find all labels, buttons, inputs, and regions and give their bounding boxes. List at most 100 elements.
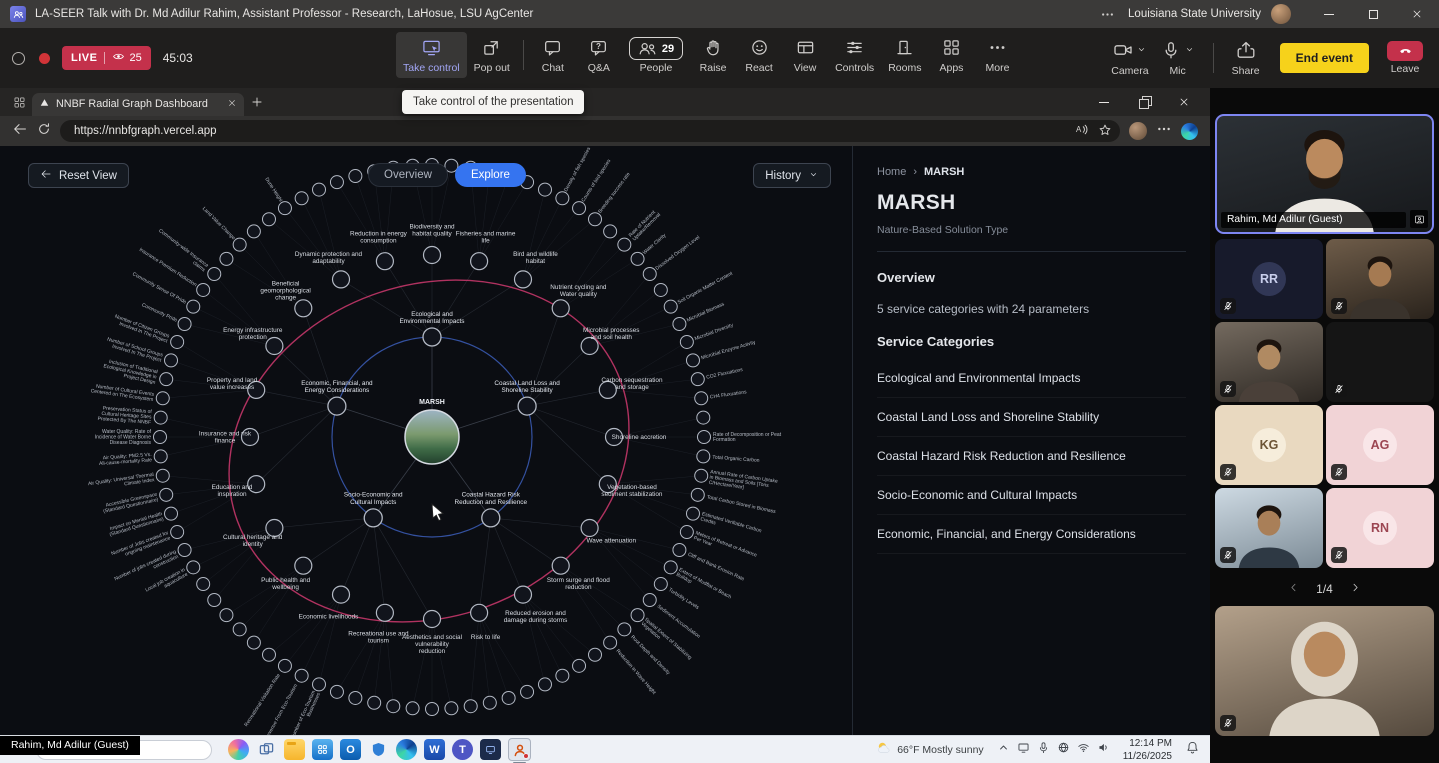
browser-menu-icon[interactable] [1156, 121, 1172, 142]
toolbar-apps-button[interactable]: Apps [928, 32, 974, 78]
graph-node-outer[interactable] [165, 507, 178, 520]
graph-node-outer[interactable] [187, 300, 200, 313]
breadcrumb-home[interactable]: Home [877, 166, 906, 178]
graph-node-outer[interactable] [502, 691, 515, 704]
minimize-button[interactable] [1307, 0, 1351, 28]
graph-node-outer[interactable] [673, 318, 686, 331]
graph-node-outer[interactable] [695, 392, 708, 405]
service-category-item[interactable]: Coastal Land Loss and Shoreline Stabilit… [877, 398, 1186, 437]
graph-node-outer[interactable] [589, 213, 602, 226]
participant-tile[interactable]: RR [1215, 239, 1323, 319]
graph-node-parameter[interactable] [376, 253, 393, 270]
browser-minimize-button[interactable] [1084, 88, 1124, 116]
participant-tile[interactable] [1215, 488, 1323, 568]
graph-node-outer[interactable] [208, 267, 221, 280]
graph-node-outer[interactable] [698, 431, 711, 444]
graph-node-outer[interactable] [680, 335, 693, 348]
account-name[interactable]: Louisiana State University [1128, 8, 1261, 20]
graph-node-outer[interactable] [156, 392, 169, 405]
notification-bell-icon[interactable] [1185, 740, 1200, 760]
explore-tab[interactable]: Explore [455, 163, 526, 187]
graph-node-outer[interactable] [197, 578, 210, 591]
graph-node-outer[interactable] [521, 685, 534, 698]
system-tray[interactable] [997, 741, 1110, 759]
graph-node-parameter[interactable] [295, 300, 312, 317]
toolbar-takecontrol-button[interactable]: Take control [396, 32, 467, 78]
graph-node-parameter[interactable] [581, 520, 598, 537]
graph-node-outer[interactable] [618, 623, 631, 636]
graph-node-outer[interactable] [278, 202, 291, 215]
history-button[interactable]: History [753, 163, 831, 188]
toolbar-people-button[interactable]: 29People [622, 31, 690, 78]
toolbar-chat-button[interactable]: Chat [530, 32, 576, 78]
graph-node-outer[interactable] [589, 648, 602, 661]
reset-view-button[interactable]: Reset View [28, 163, 129, 188]
browser-tab[interactable]: NNBF Radial Graph Dashboard [32, 93, 244, 116]
share-button[interactable]: Share [1232, 40, 1260, 77]
graph-node-outer[interactable] [295, 669, 308, 682]
graph-node-outer[interactable] [556, 669, 569, 682]
graph-node-parameter[interactable] [471, 604, 488, 621]
account-avatar[interactable] [1271, 4, 1291, 24]
taskbar-app-edge[interactable] [396, 739, 417, 760]
graph-node-outer[interactable] [156, 469, 169, 482]
browser-close-button[interactable] [1164, 88, 1204, 116]
graph-node-outer[interactable] [220, 609, 233, 622]
service-category-item[interactable]: Socio-Economic and Cultural Impacts [877, 476, 1186, 515]
graph-node-outer[interactable] [154, 431, 167, 444]
graph-node-outer[interactable] [233, 623, 246, 636]
graph-node-outer[interactable] [464, 700, 477, 713]
graph-node-parameter[interactable] [424, 611, 441, 628]
participant-tile[interactable]: RN [1326, 488, 1434, 568]
read-aloud-icon[interactable]: A [1074, 122, 1089, 140]
graph-node-outer[interactable] [426, 703, 439, 716]
graph-node-outer[interactable] [247, 225, 260, 238]
weather-widget[interactable]: 66°F Mostly sunny [876, 740, 983, 759]
graph-node-outer[interactable] [643, 594, 656, 607]
graph-node-outer[interactable] [604, 636, 617, 649]
graph-node-outer[interactable] [680, 526, 693, 539]
graph-center-node[interactable] [405, 410, 459, 464]
graph-node-category[interactable] [423, 328, 441, 346]
graph-node-outer[interactable] [197, 283, 210, 296]
graph-node-outer[interactable] [631, 252, 644, 265]
graph-node-parameter[interactable] [515, 586, 532, 603]
toolbar-controls-button[interactable]: Controls [828, 32, 881, 78]
participant-tile[interactable] [1326, 322, 1434, 402]
pager-prev-icon[interactable] [1287, 581, 1300, 597]
taskbar-app-store[interactable] [312, 739, 333, 760]
graph-node-outer[interactable] [483, 696, 496, 709]
graph-node-outer[interactable] [695, 469, 708, 482]
graph-node-outer[interactable] [556, 192, 569, 205]
graph-node-outer[interactable] [165, 354, 178, 367]
graph-node-outer[interactable] [278, 659, 291, 672]
graph-node-outer[interactable] [154, 411, 167, 424]
graph-node-outer[interactable] [233, 238, 246, 251]
mic-button[interactable]: Mic [1161, 40, 1195, 77]
graph-node-parameter[interactable] [599, 381, 616, 398]
tab-actions-icon[interactable] [6, 96, 32, 109]
graph-node-parameter[interactable] [552, 557, 569, 574]
camera-button[interactable]: Camera [1111, 40, 1148, 77]
graph-node-outer[interactable] [368, 696, 381, 709]
graph-node-parameter[interactable] [552, 300, 569, 317]
graph-node-outer[interactable] [618, 238, 631, 251]
toolbar-view-button[interactable]: View [782, 32, 828, 78]
participant-tile[interactable]: AG [1326, 405, 1434, 485]
graph-node-parameter[interactable] [333, 271, 350, 288]
graph-node-category[interactable] [364, 509, 382, 527]
graph-node-outer[interactable] [686, 507, 699, 520]
tray-chevron-up-icon[interactable] [997, 741, 1010, 759]
taskbar-app-file-explorer[interactable] [284, 739, 305, 760]
graph-node-outer[interactable] [686, 354, 699, 367]
participant-tile[interactable] [1215, 322, 1323, 402]
taskbar-app-app[interactable] [480, 739, 501, 760]
graph-node-parameter[interactable] [376, 604, 393, 621]
graph-node-outer[interactable] [697, 411, 710, 424]
graph-node-outer[interactable] [330, 176, 343, 189]
overview-tab[interactable]: Overview [368, 163, 448, 187]
taskbar-clock[interactable]: 12:14 PM 11/26/2025 [1123, 737, 1172, 763]
graph-node-outer[interactable] [538, 183, 551, 196]
graph-node-category[interactable] [328, 397, 346, 415]
graph-node-outer[interactable] [171, 526, 184, 539]
